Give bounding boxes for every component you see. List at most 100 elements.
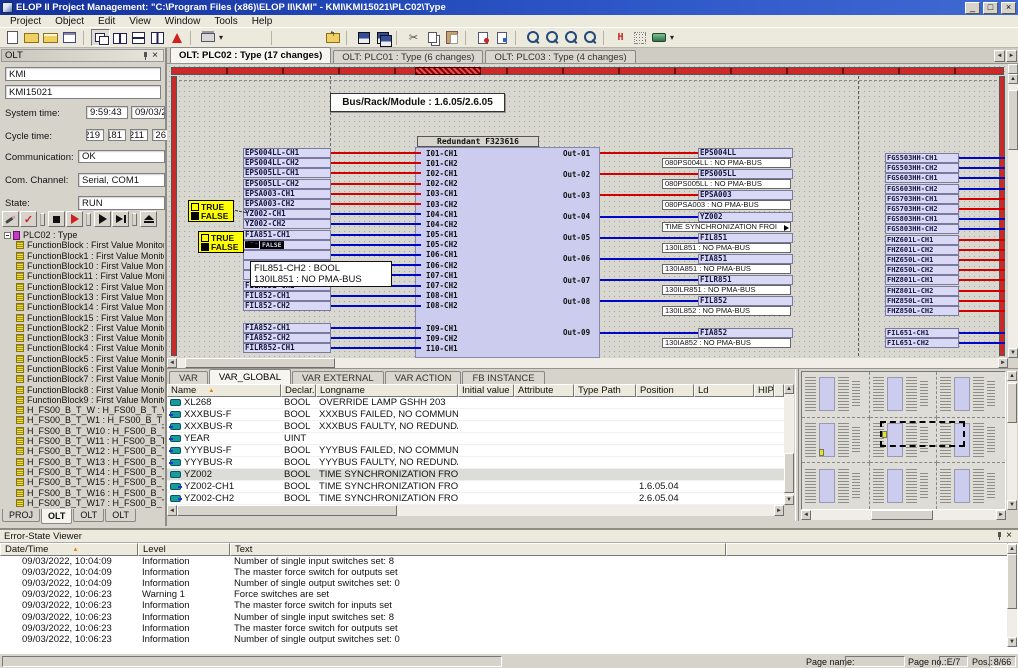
scroll-down-icon[interactable] bbox=[1007, 637, 1017, 647]
signal-box[interactable]: FIL651-CH1 bbox=[885, 328, 959, 338]
signal-box[interactable]: FGS603HH-CH1 bbox=[885, 173, 959, 183]
column-header[interactable]: Name bbox=[167, 384, 281, 397]
properties-icon[interactable] bbox=[60, 29, 79, 46]
scrollbar-thumb[interactable] bbox=[1007, 383, 1017, 423]
signal-box[interactable]: FHZ850L-CH2 bbox=[885, 306, 959, 316]
signal-box[interactable]: EPS004LL bbox=[698, 148, 793, 158]
scrollbar-track[interactable] bbox=[1007, 554, 1017, 637]
scrollbar-thumb[interactable] bbox=[784, 453, 794, 493]
tree-item[interactable]: FunctionBlock9 : First Value Monitoring bbox=[2, 395, 164, 405]
scroll-right-icon[interactable] bbox=[774, 505, 784, 516]
variable-tab[interactable]: VAR bbox=[169, 371, 208, 384]
variable-vertical-scrollbar[interactable] bbox=[784, 384, 794, 505]
tree-root-item[interactable]: PLC02 : Type bbox=[2, 230, 164, 240]
olt-tab[interactable]: PROJ bbox=[2, 509, 40, 522]
close-panel-icon[interactable] bbox=[150, 51, 160, 61]
overview-vertical-scrollbar[interactable] bbox=[1007, 371, 1017, 510]
scroll-left-icon[interactable] bbox=[167, 358, 177, 368]
column-header[interactable]: HIPF bbox=[754, 384, 774, 397]
resource-field[interactable]: KMI15021 bbox=[5, 85, 161, 99]
column-header[interactable]: Level bbox=[138, 543, 230, 556]
error-row[interactable]: 09/03/2022, 10:04:09 Information Number … bbox=[0, 578, 1008, 589]
column-header[interactable]: Position bbox=[636, 384, 694, 397]
run-icon[interactable] bbox=[94, 211, 111, 227]
tree-item[interactable]: FunctionBlock : First Value Monitoring bbox=[2, 240, 164, 250]
signal-box[interactable]: EPSA003-CH1 bbox=[243, 189, 331, 199]
export-icon[interactable] bbox=[649, 29, 668, 46]
folder-up-icon[interactable] bbox=[323, 29, 342, 46]
variable-tab[interactable]: VAR EXTERNAL bbox=[292, 371, 384, 384]
column-header[interactable]: Attribute bbox=[514, 384, 574, 397]
tree-item[interactable]: H_FS00_B_T_W15 : H_FS00_B_T_W bbox=[2, 477, 164, 487]
signal-box[interactable]: FIL651-CH2 bbox=[885, 338, 959, 348]
variable-row[interactable]: YZ002-CH2 BOOL TIME SYNCHRONIZATION FROM… bbox=[167, 493, 784, 505]
coldstart-icon[interactable] bbox=[66, 211, 83, 227]
column-header[interactable]: Longname bbox=[316, 384, 458, 397]
grid-icon[interactable] bbox=[630, 29, 649, 46]
signal-box[interactable]: YZ002-CH1 bbox=[243, 209, 331, 219]
single-step-icon[interactable] bbox=[112, 211, 129, 227]
scrollbar-track[interactable] bbox=[177, 505, 774, 516]
scrollbar-thumb[interactable] bbox=[1008, 90, 1018, 150]
new-document-icon[interactable] bbox=[3, 29, 22, 46]
signal-box[interactable] bbox=[243, 250, 331, 260]
signal-box[interactable]: FHZ801L-CH2 bbox=[885, 286, 959, 296]
variable-tab[interactable]: VAR ACTION bbox=[385, 371, 462, 384]
tree-item[interactable]: FunctionBlock5 : First Value Monitoring bbox=[2, 354, 164, 364]
scroll-down-icon[interactable] bbox=[1008, 348, 1018, 358]
scrollbar-track[interactable] bbox=[177, 358, 998, 368]
error-state-viewer-icon[interactable] bbox=[167, 29, 186, 46]
error-row[interactable]: 09/03/2022, 10:06:23 Information The mas… bbox=[0, 600, 1008, 611]
tree-item[interactable]: FunctionBlock3 : First Value Monitoring bbox=[2, 333, 164, 343]
tree-item[interactable]: FunctionBlock7 : First Value Monitoring bbox=[2, 374, 164, 384]
signal-box[interactable]: FGS803HH-CH2 bbox=[885, 224, 959, 234]
minimize-button[interactable] bbox=[965, 2, 980, 14]
signal-box[interactable]: EPS004LL-CH2 bbox=[243, 158, 331, 168]
tree-item[interactable]: FunctionBlock10 : First Value Monitoring bbox=[2, 261, 164, 271]
signal-box[interactable]: EPSA003-CH2 bbox=[243, 199, 331, 209]
editor-horizontal-scrollbar[interactable] bbox=[167, 358, 1008, 368]
tree-item[interactable]: H_FS00_B_T_W14 : H_FS00_B_T_W bbox=[2, 467, 164, 477]
editor-tab[interactable]: OLT: PLC03 : Type (4 changes) bbox=[485, 50, 635, 63]
tree-item[interactable]: FunctionBlock15 : First Value Monitoring bbox=[2, 312, 164, 322]
column-header[interactable]: Declar... bbox=[281, 384, 316, 397]
page-margins-icon[interactable] bbox=[611, 29, 630, 46]
editor-tab[interactable]: OLT: PLC02 : Type (17 changes) bbox=[170, 47, 331, 63]
scrollbar-track[interactable] bbox=[1007, 381, 1017, 500]
error-vertical-scrollbar[interactable] bbox=[1007, 544, 1017, 647]
breakpoint-icon[interactable] bbox=[473, 29, 492, 46]
signal-box[interactable]: FIL852 bbox=[698, 296, 793, 306]
editor-vertical-scrollbar[interactable] bbox=[1008, 64, 1018, 358]
signal-box[interactable]: FILR851 bbox=[698, 275, 793, 285]
close-button[interactable] bbox=[1001, 2, 1016, 14]
tree-item[interactable]: FunctionBlock13 : First Value Monitoring bbox=[2, 292, 164, 302]
menu-item[interactable]: Help bbox=[245, 16, 280, 27]
tile-horizontal-icon[interactable] bbox=[129, 29, 148, 46]
signal-box[interactable]: FHZ850L-CH1 bbox=[885, 296, 959, 306]
scroll-down-icon[interactable] bbox=[1007, 500, 1017, 510]
scroll-up-icon[interactable] bbox=[1008, 74, 1018, 84]
connect-icon[interactable] bbox=[2, 211, 19, 227]
zoom-fit-icon[interactable] bbox=[580, 29, 599, 46]
tree-item[interactable]: FunctionBlock8 : First Value Monitoring bbox=[2, 384, 164, 394]
signal-box[interactable]: FIL852-CH1 bbox=[243, 291, 331, 301]
signal-box[interactable]: FHZ601L-CH2 bbox=[885, 245, 959, 255]
zoom-out-icon[interactable] bbox=[542, 29, 561, 46]
signal-box[interactable]: FIA851 bbox=[698, 254, 793, 264]
variable-row[interactable]: YYYBUS-F BOOL YYYBUS FAILED, NO COMMUNIC… bbox=[167, 445, 784, 457]
signal-box[interactable]: FIA852-CH1 bbox=[243, 323, 331, 333]
variable-row[interactable]: XXXBUS-R BOOL XXXBUS FAULTY, NO REDUNDAN… bbox=[167, 421, 784, 433]
tree-item[interactable]: H_FS00_B_T_W1 : H_FS00_B_T_W bbox=[2, 415, 164, 425]
scroll-left-icon[interactable] bbox=[801, 510, 811, 520]
tile-vertical-icon[interactable] bbox=[148, 29, 167, 46]
overview-map[interactable] bbox=[801, 371, 1006, 510]
open-object-icon[interactable] bbox=[22, 29, 41, 46]
variable-horizontal-scrollbar[interactable] bbox=[167, 505, 784, 516]
copy-icon[interactable] bbox=[423, 29, 442, 46]
signal-box[interactable]: FILR852-CH1 bbox=[243, 343, 331, 353]
menu-item[interactable]: Edit bbox=[91, 16, 122, 27]
force-value-box[interactable]: TRUE FALSE bbox=[188, 200, 234, 222]
tree-item[interactable]: H_FS00_B_T_W13 : H_FS00_B_T_W bbox=[2, 457, 164, 467]
olt-tab[interactable]: OLT bbox=[73, 509, 104, 522]
scrollbar-thumb[interactable] bbox=[1007, 554, 1017, 609]
